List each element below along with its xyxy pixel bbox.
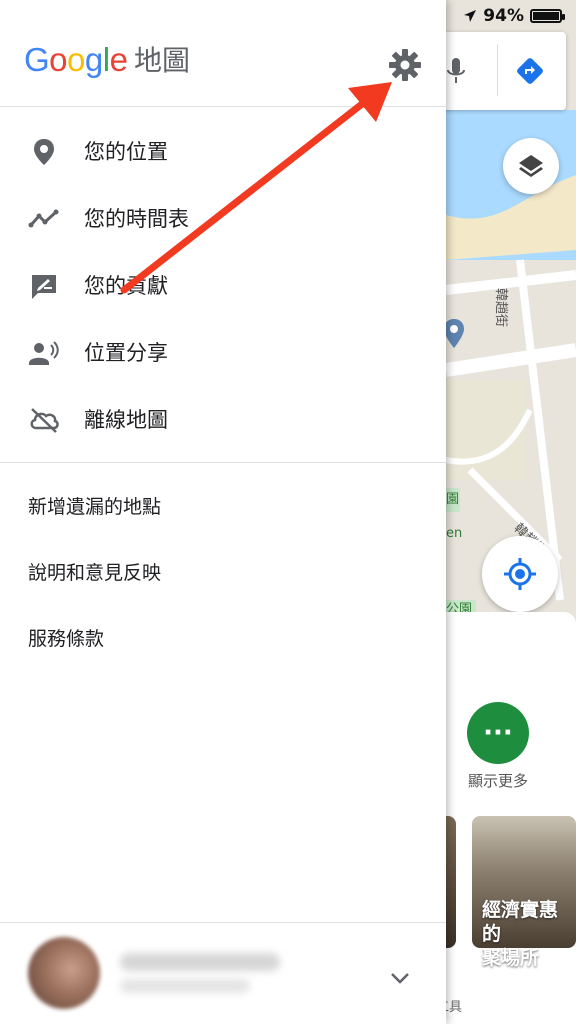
crosshair-icon: [504, 558, 536, 590]
layers-button[interactable]: [503, 138, 559, 194]
place-card-title-line: 聚場所: [482, 947, 540, 969]
layers-icon: [519, 155, 543, 177]
menu-item-label: 您的貢獻: [84, 274, 168, 298]
park-label: 園: [446, 492, 460, 507]
menu-item-contributions[interactable]: 您的貢獻: [0, 252, 446, 319]
drawer-header: Google 地圖: [0, 0, 446, 107]
place-card-title-line: 經濟實惠的: [482, 899, 559, 945]
location-pin-icon: [34, 139, 54, 165]
drawer-menu: 您的位置 您的時間表 您的貢獻 位置分享 離線地圖: [0, 118, 446, 453]
menu-item-label: 您的位置: [84, 140, 168, 164]
google-logo: Google: [24, 41, 128, 78]
settings-gear-icon[interactable]: [388, 48, 422, 82]
menu-item-location-sharing[interactable]: 位置分享: [0, 319, 446, 386]
my-location-button[interactable]: [482, 536, 558, 612]
park-label: en: [446, 526, 463, 541]
link-help-feedback[interactable]: 說明和意見反映: [28, 556, 161, 622]
offline-cloud-icon: [30, 408, 59, 433]
drawer-links: 新增遺漏的地點 說明和意見反映 服務條款: [28, 490, 161, 688]
location-share-icon: [29, 341, 59, 365]
account-switcher[interactable]: [0, 922, 446, 1024]
menu-item-label: 位置分享: [84, 341, 168, 365]
navigation-drawer: Google 地圖 您的位置 您的時間表 您的貢獻 位置分享 離線地圖 新增遺漏…: [0, 0, 446, 1024]
menu-item-label: 離線地圖: [84, 408, 168, 432]
directions-icon[interactable]: [515, 56, 545, 86]
microphone-icon[interactable]: [445, 56, 467, 86]
searchbox-divider: [497, 44, 498, 96]
battery-fill: [533, 12, 560, 20]
place-card-title: 經濟實惠的 聚場所: [482, 898, 576, 970]
status-bar: 94%: [463, 6, 565, 26]
more-label: 顯示更多: [467, 772, 528, 790]
link-add-missing-place[interactable]: 新增遺漏的地點: [28, 490, 161, 556]
menu-item-timeline[interactable]: 您的時間表: [0, 185, 446, 252]
location-arrow-icon: [464, 10, 477, 22]
street-label: 韓趙街: [493, 288, 508, 328]
map-pin-icon[interactable]: [443, 318, 465, 350]
more-dots-icon: ···: [483, 718, 513, 748]
menu-divider: [0, 462, 446, 463]
account-name-redacted: [120, 953, 280, 971]
more-button[interactable]: ···: [467, 702, 529, 764]
avatar[interactable]: [28, 937, 100, 1009]
menu-item-label: 您的時間表: [84, 207, 189, 231]
menu-item-your-places[interactable]: 您的位置: [0, 118, 446, 185]
account-email-redacted: [120, 979, 250, 993]
logo-suffix: 地圖: [134, 44, 191, 77]
chevron-down-icon[interactable]: [390, 971, 410, 985]
timeline-icon: [28, 209, 59, 228]
battery-percent: 94%: [483, 6, 524, 26]
battery-icon: [530, 9, 565, 23]
contribute-icon: [32, 275, 56, 299]
menu-item-offline-maps[interactable]: 離線地圖: [0, 386, 446, 453]
link-terms-of-service[interactable]: 服務條款: [28, 622, 161, 688]
